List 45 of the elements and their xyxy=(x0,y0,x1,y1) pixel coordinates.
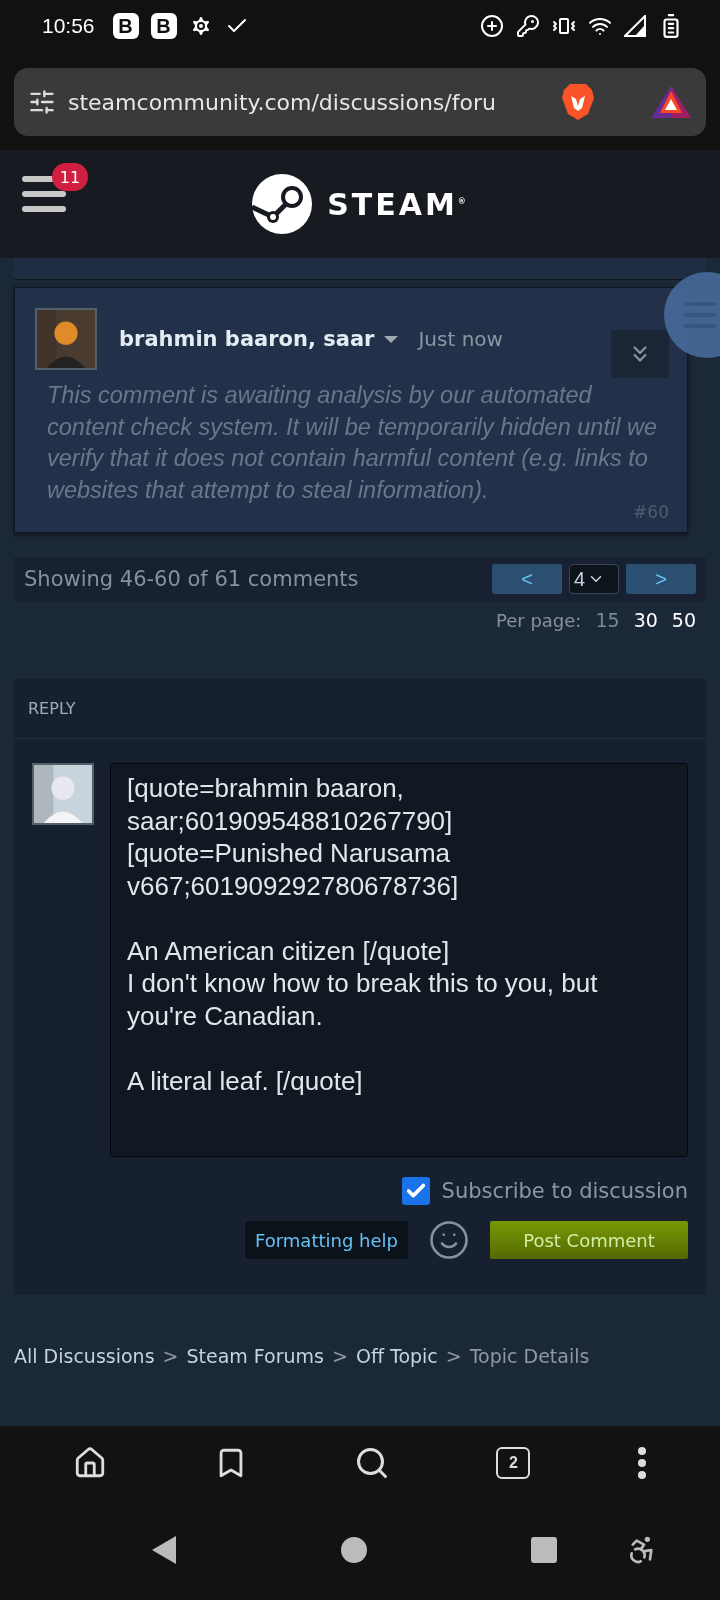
site-settings-icon[interactable] xyxy=(28,88,56,116)
per-page-label: Per page: xyxy=(496,609,582,631)
breadcrumb-separator: > xyxy=(162,1345,179,1367)
breadcrumb-separator: > xyxy=(445,1345,462,1367)
notification-badge: 11 xyxy=(52,163,88,191)
add-circle-icon xyxy=(480,14,504,38)
comment-text: This comment is awaiting analysis by our automated content check system. It will be temporarily hidden until we verify that it does not contain harmful content (e.g. links to websites that attempt to steal information). xyxy=(47,381,658,505)
next-page-button[interactable]: > xyxy=(626,564,696,594)
comment-time: Just now xyxy=(418,327,503,351)
reply-heading: REPLY xyxy=(14,679,706,739)
signal-icon xyxy=(624,15,646,37)
breadcrumb-separator: > xyxy=(332,1345,348,1367)
subscribe-label: Subscribe to discussion xyxy=(441,1179,688,1203)
breadcrumb-link[interactable]: Off Topic xyxy=(355,1345,438,1367)
breadcrumb-link[interactable]: Steam Forums xyxy=(186,1345,324,1367)
collapse-button[interactable] xyxy=(611,330,669,378)
breadcrumb-link[interactable]: Topic Details xyxy=(469,1345,590,1367)
formatting-help-button[interactable]: Formatting help xyxy=(245,1221,408,1259)
triangle-logo-icon[interactable] xyxy=(650,85,692,119)
url-text: steamcommunity.com/discussions/foru xyxy=(68,89,497,115)
per-page-option[interactable]: 50 xyxy=(671,609,696,631)
per-page-option[interactable]: 30 xyxy=(633,609,658,631)
previous-page-button[interactable]: < xyxy=(492,564,562,594)
logo-text: STEAM$^{®}$ xyxy=(327,186,469,222)
reply-field[interactable]: [quote=brahmin baaron, saar;601909548810267790] [quote=Punished Narusama v667;601909292780678736] An American citizen [/quote] I don't know how to break this to you, but you're Canadian. A literal leaf. [/quote] xyxy=(110,763,688,1157)
lion-shield-icon[interactable] xyxy=(560,82,596,122)
post-comment-button[interactable]: Post Comment xyxy=(490,1221,688,1259)
breadcrumb-link[interactable]: All Discussions xyxy=(14,1345,155,1367)
app-notification-icon: B xyxy=(150,13,177,39)
page-select[interactable]: 4 xyxy=(569,564,619,594)
caret-icon[interactable] xyxy=(384,335,399,343)
subscribe-checkbox[interactable] xyxy=(401,1177,430,1205)
more-icon xyxy=(636,1446,647,1480)
per-page-option[interactable]: 15 xyxy=(595,609,620,631)
steam-logo-icon xyxy=(251,173,314,235)
app-notification-icon: B xyxy=(112,13,139,39)
author-name[interactable]: brahmin baaron, saar xyxy=(119,327,375,351)
clock-time: 10:56 xyxy=(42,14,95,38)
home-circle-icon xyxy=(340,1536,368,1564)
key-icon xyxy=(516,14,540,38)
emoticon-icon[interactable] xyxy=(428,1219,470,1261)
address-bar[interactable]: steamcommunity.com/discussions/foru xyxy=(14,68,706,136)
recents-square-icon xyxy=(530,1536,558,1564)
back-triangle-icon xyxy=(150,1534,178,1566)
comment-count: Showing 46-60 of 61 comments xyxy=(24,567,360,591)
